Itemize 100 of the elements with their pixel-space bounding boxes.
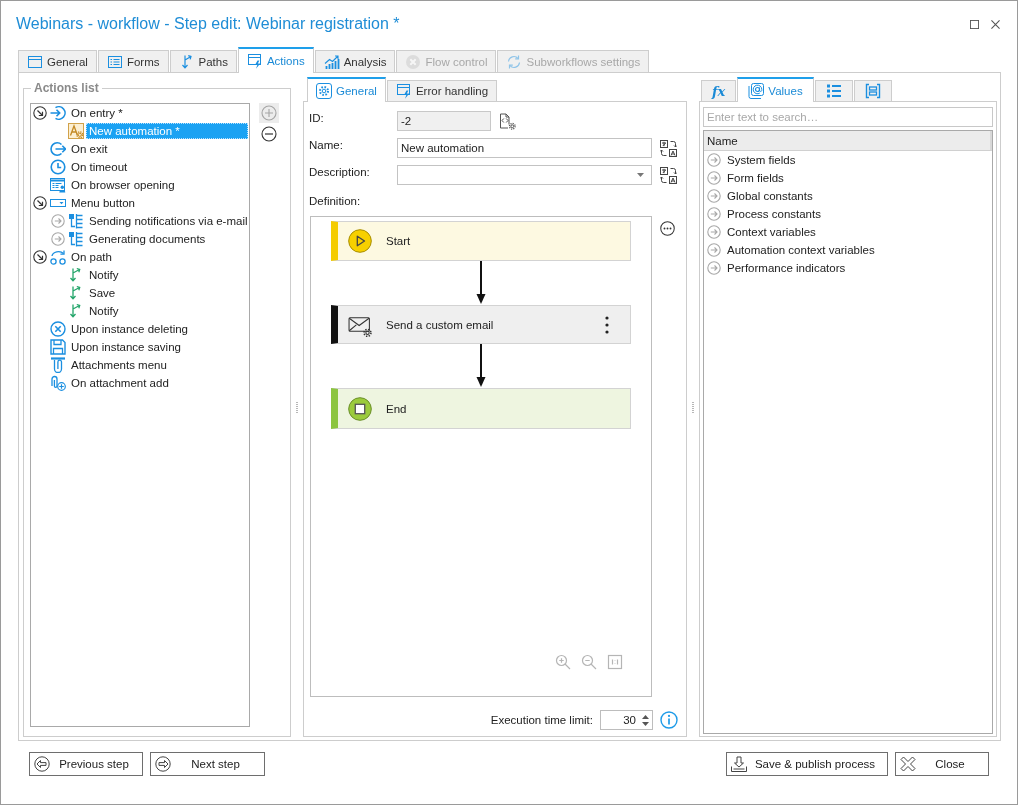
ellipsis-circle-icon[interactable]: [660, 221, 675, 236]
field-label: ID:: [309, 112, 325, 124]
action-list-icon: [68, 231, 84, 247]
tree-item[interactable]: Attachments menu: [68, 357, 170, 373]
tree-item[interactable]: Notify: [86, 267, 122, 283]
connector-arrow: [475, 261, 487, 305]
tab[interactable]: Values: [737, 77, 814, 102]
start-node[interactable]: Start: [331, 221, 631, 261]
field-label: Name:: [309, 139, 344, 151]
tree-item[interactable]: On exit: [68, 141, 111, 157]
tab[interactable]: Analysis: [314, 50, 396, 72]
tab[interactable]: Paths: [169, 50, 237, 72]
panel-title: Actions list: [33, 80, 100, 96]
tree-item[interactable]: Upon instance saving: [68, 339, 184, 355]
paperclip-plus-icon: [50, 375, 66, 391]
at-sign-icon: [748, 82, 765, 99]
close-icon[interactable]: [991, 19, 1000, 29]
tab[interactable]: General: [307, 77, 386, 102]
dropdown-field[interactable]: [397, 165, 652, 185]
tree-item[interactable]: On attachment add: [68, 375, 172, 391]
grid-item[interactable]: Automation context variables: [727, 244, 875, 256]
tab[interactable]: Forms: [97, 50, 169, 72]
tree-item[interactable]: Sending notifications via e-mail: [86, 213, 251, 229]
tab[interactable]: Actions: [237, 47, 314, 73]
path-circles-icon: [50, 249, 66, 265]
bracket-frame-icon: [864, 83, 881, 99]
window-lightning-icon: [246, 53, 263, 69]
x-circle-icon: [50, 321, 66, 337]
tab[interactable]: General: [18, 50, 97, 72]
circular-arrows-icon: [506, 53, 523, 70]
list-icon: [825, 83, 842, 99]
tab[interactable]: Error handling: [386, 80, 498, 101]
grid-item[interactable]: Form fields: [727, 172, 784, 184]
node-label: Start: [386, 235, 411, 247]
play-circle-icon: [348, 229, 372, 253]
close-icon: [900, 756, 916, 772]
bar-chart-icon: [323, 53, 340, 70]
enter-arrow-icon: [50, 105, 66, 121]
number-spinner[interactable]: 30: [600, 710, 653, 730]
tree-item[interactable]: On entry *: [68, 105, 126, 121]
text-field[interactable]: New automation: [397, 138, 652, 158]
tree-item[interactable]: On timeout: [68, 159, 131, 175]
translate-icon[interactable]: [660, 166, 677, 184]
publish-button[interactable]: Save & publish process: [726, 752, 888, 776]
end-node[interactable]: End: [331, 388, 631, 429]
node-label: End: [386, 402, 407, 415]
tree-item[interactable]: Generating documents: [86, 231, 209, 247]
info-icon[interactable]: [660, 711, 678, 729]
tree-item[interactable]: Save: [86, 285, 119, 301]
x-circle-icon: [405, 53, 422, 70]
circle-arrow-icon[interactable]: [33, 196, 47, 210]
readonly-field[interactable]: -2: [397, 111, 491, 131]
tree-item[interactable]: Notify: [86, 303, 122, 319]
grid-item[interactable]: Process constants: [727, 208, 821, 220]
grid-item[interactable]: Global constants: [727, 190, 813, 202]
plus-circle-icon: [261, 105, 277, 121]
tree-item[interactable]: Upon instance deleting: [68, 321, 191, 337]
minus-circle-icon: [261, 126, 277, 142]
grid-item[interactable]: Context variables: [727, 226, 816, 238]
automation-icon: [68, 123, 84, 139]
caret-icon[interactable]: [637, 173, 644, 177]
tray-arrow-icon: [731, 756, 747, 772]
next-button[interactable]: Next step: [150, 752, 265, 776]
tab[interactable]: [814, 80, 853, 101]
code-gear-icon[interactable]: [499, 112, 516, 130]
connector-arrow: [475, 344, 487, 388]
grid-item[interactable]: System fields: [727, 154, 796, 166]
tab[interactable]: [853, 80, 892, 101]
clock-icon: [50, 159, 66, 175]
kebab-menu-icon[interactable]: [605, 315, 609, 334]
remove-button[interactable]: [259, 124, 279, 144]
grid-item[interactable]: Performance indicators: [727, 262, 846, 274]
stop-circle-icon: [348, 396, 372, 421]
node-label: Send a custom email: [386, 318, 494, 331]
field-label: Execution time limit:: [490, 714, 593, 726]
spin-up-icon[interactable]: [642, 714, 649, 719]
maximize-icon[interactable]: [970, 19, 979, 29]
search-field[interactable]: Enter text to search…: [703, 107, 993, 127]
zoom-in-icon[interactable]: [555, 654, 571, 670]
action-list-icon: [68, 213, 84, 229]
window-lightning-icon: [395, 83, 412, 99]
circle-arrow-icon[interactable]: [33, 250, 47, 264]
tree-item[interactable]: On path: [68, 249, 115, 265]
actual-size-icon[interactable]: [607, 654, 623, 670]
circle-arrow-icon[interactable]: [33, 106, 47, 120]
spin-down-icon[interactable]: [642, 721, 649, 726]
section-label: Definition:: [309, 194, 361, 208]
translate-icon[interactable]: [660, 139, 677, 157]
field-label: Description:: [309, 166, 371, 178]
floppy-disk-icon: [50, 339, 66, 355]
close-button[interactable]: Close: [895, 752, 989, 776]
tree-item[interactable]: Menu button: [68, 195, 138, 211]
action-node[interactable]: Send a custom email: [331, 305, 631, 344]
previous-button[interactable]: Previous step: [29, 752, 143, 776]
gear-icon: [316, 82, 332, 99]
column-header[interactable]: Name: [704, 134, 738, 147]
window-title: Webinars - workflow - Step edit: Webinar registration *: [16, 15, 400, 33]
zoom-out-icon[interactable]: [581, 654, 597, 670]
exit-arrow-icon: [50, 141, 66, 157]
tree-item[interactable]: On browser opening: [68, 177, 178, 193]
